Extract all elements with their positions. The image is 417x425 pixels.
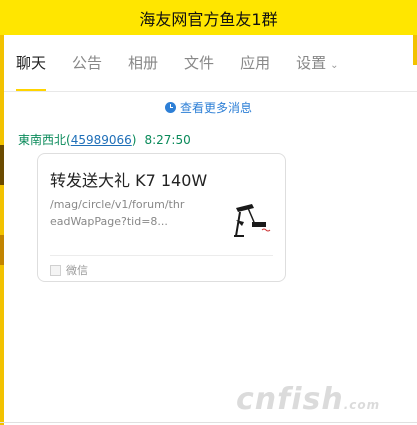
- watermark-suffix: .com: [343, 398, 381, 412]
- watermark-main: cnfish: [236, 382, 344, 417]
- tab-chat[interactable]: 聊天: [16, 35, 47, 91]
- sender-qq-number[interactable]: 45989066: [71, 133, 132, 147]
- window-title: 海友网官方鱼友1群: [139, 9, 278, 29]
- sender-qq-close: ): [131, 133, 137, 147]
- tab-apps-label: 应用: [240, 54, 271, 72]
- message-sender-line: 東南西北(45989066) 8:27:50: [18, 131, 191, 148]
- title-bar: 海友网官方鱼友1群: [0, 0, 417, 35]
- card-divider: [50, 255, 273, 256]
- card-title: 转发送大礼 K7 140W: [50, 171, 208, 190]
- message-time: 8:27:50: [144, 133, 191, 147]
- tab-apps[interactable]: 应用: [240, 35, 270, 91]
- lamp-product-image: [228, 200, 278, 244]
- view-more-messages-label: 查看更多消息: [179, 100, 252, 115]
- tab-chat-label: 聊天: [16, 54, 47, 72]
- tab-album[interactable]: 相册: [128, 35, 158, 91]
- shared-link-card[interactable]: 转发送大礼 K7 140W /mag/circle/v1/forum/threa…: [37, 153, 286, 282]
- tab-album-label: 相册: [128, 54, 159, 72]
- tab-files-label: 文件: [184, 54, 215, 72]
- tab-settings-label: 设置: [296, 54, 327, 72]
- wechat-icon: [50, 264, 61, 276]
- sender-name[interactable]: 東南西北: [18, 133, 66, 147]
- chevron-down-icon: ⌄: [330, 60, 339, 71]
- card-description: /mag/circle/v1/forum/threadWapPage?tid=8…: [50, 198, 185, 228]
- tab-files[interactable]: 文件: [184, 35, 214, 91]
- tab-announcements-label: 公告: [72, 54, 103, 72]
- clock-icon: [164, 101, 176, 113]
- left-edge-decoration: [0, 35, 4, 425]
- card-source-label: 微信: [66, 264, 88, 277]
- view-more-messages-link[interactable]: 查看更多消息: [0, 96, 417, 118]
- site-watermark: cnfish.com: [236, 382, 380, 417]
- card-source: 微信: [50, 262, 88, 278]
- tab-settings[interactable]: 设置 ⌄: [296, 35, 338, 91]
- tab-announcements[interactable]: 公告: [72, 35, 102, 91]
- bottom-divider: [0, 422, 417, 423]
- tab-bar: 聊天 公告 相册 文件 应用 设置 ⌄: [4, 35, 417, 92]
